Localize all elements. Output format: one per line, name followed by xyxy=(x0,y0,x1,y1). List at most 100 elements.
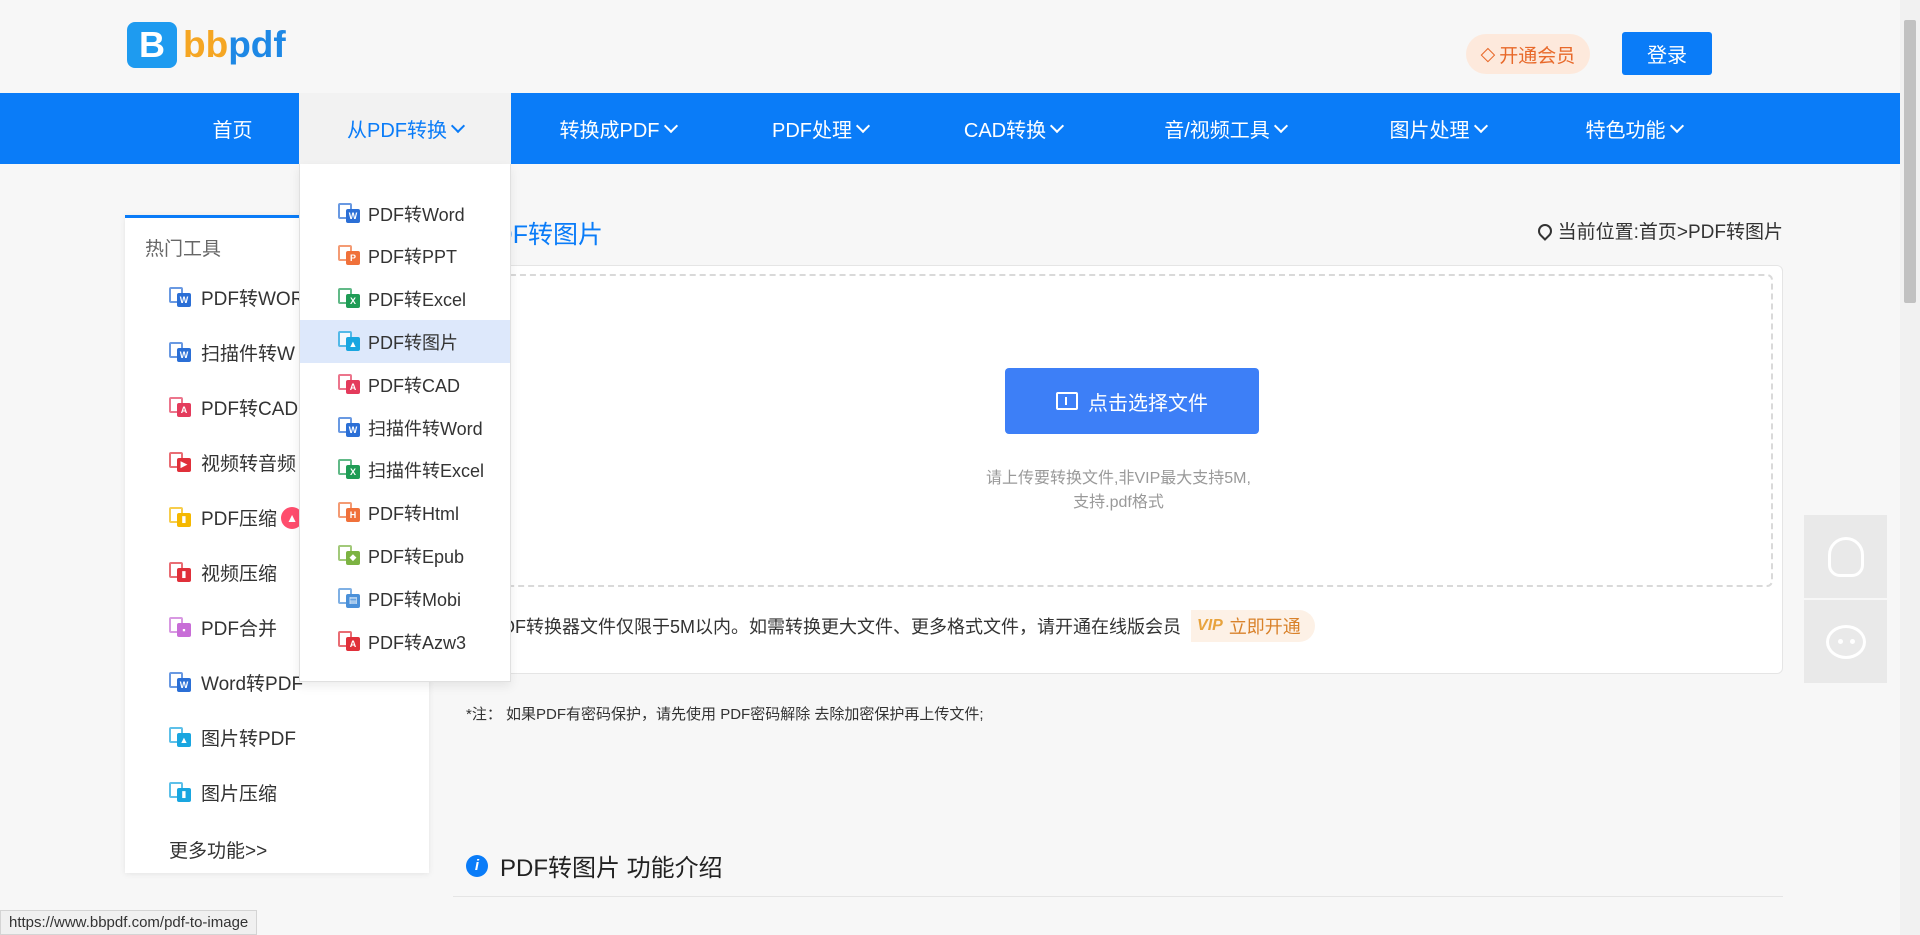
file-dropzone[interactable]: 点击选择文件 请上传要转换文件,非VIP最大支持5M, 支持.pdf格式 xyxy=(464,274,1773,587)
open-now-label: 立即开通 xyxy=(1228,617,1301,637)
sidebar-tool-item[interactable]: A PDF转CAD xyxy=(169,394,298,421)
html-icon: H xyxy=(338,502,362,524)
feature-intro-title: PDF转图片 功能介绍 xyxy=(500,855,723,882)
dropdown-item-label: PDF转图片 xyxy=(368,332,458,353)
excel-icon: X xyxy=(338,459,362,481)
word-icon: W xyxy=(338,416,362,439)
vip-icon: VIP xyxy=(1197,617,1223,634)
upload-hint-line1: 请上传要转换文件,非VIP最大支持5M, xyxy=(986,470,1251,487)
diamond-icon: ◇ xyxy=(1480,43,1496,65)
sidebar-tool-label: 视频压缩 xyxy=(201,564,278,585)
chevron-down-icon xyxy=(663,118,678,134)
nav-item-features[interactable]: 特色功能 xyxy=(1566,93,1701,164)
nav-item-from-pdf[interactable]: 从PDF转换 xyxy=(299,93,511,164)
dropdown-item-label: PDF转Azw3 xyxy=(368,632,467,653)
image-icon: ▮ xyxy=(169,781,193,804)
compress-icon: ▮ xyxy=(169,506,193,529)
pdf-password-remove-link[interactable]: PDF密码解除 xyxy=(720,706,810,723)
dropdown-item[interactable]: ◆ PDF转Epub xyxy=(300,534,510,577)
sidebar-tool-item[interactable]: ▲ 图片转PDF xyxy=(169,724,296,751)
dropdown-item[interactable]: W 扫描件转Word xyxy=(300,406,510,449)
chevron-down-icon xyxy=(855,118,871,134)
main-nav: 首页 从PDF转换 转换成PDF PDF处理 CAD转换 音/视频工具 图片处理… xyxy=(0,93,1900,164)
word-icon: W xyxy=(169,286,193,309)
dropdown-item-label: PDF转PPT xyxy=(368,247,458,268)
nav-item-home[interactable]: 首页 xyxy=(180,93,285,164)
video-icon: ▮ xyxy=(169,561,193,584)
dropdown-item[interactable]: A PDF转Azw3 xyxy=(300,620,510,663)
upload-card: 点击选择文件 请上传要转换文件,非VIP最大支持5M, 支持.pdf格式 线版P… xyxy=(453,265,1783,674)
open-vip-label: 开通会员 xyxy=(1499,45,1576,67)
sidebar-tool-item[interactable]: ▮ PDF压缩 ▲ xyxy=(169,504,304,531)
dropdown-item[interactable]: H PDF转Html xyxy=(300,492,510,535)
ppt-icon: P xyxy=(338,245,362,267)
dropdown-item[interactable]: A PDF转CAD xyxy=(300,363,510,406)
mobi-icon: ▤ xyxy=(338,587,362,610)
chevron-down-icon xyxy=(450,118,466,134)
folder-upload-icon xyxy=(1056,392,1078,410)
logo-mark: B xyxy=(127,22,177,68)
chevron-down-icon xyxy=(1050,118,1065,134)
dropdown-item-label: 扫描件转Word xyxy=(368,418,483,439)
chevron-down-icon xyxy=(1273,118,1288,134)
sidebar-tool-label: PDF合并 xyxy=(201,619,278,640)
dropdown-item[interactable]: X 扫描件转Excel xyxy=(300,449,510,492)
sidebar-tool-label: 图片压缩 xyxy=(201,784,278,805)
page-scrollbar[interactable] xyxy=(1900,0,1920,935)
logo-text: bbpdf xyxy=(183,24,286,65)
wechat-contact-button[interactable] xyxy=(1804,600,1887,683)
dropdown-item[interactable]: W PDF转Word xyxy=(300,192,510,235)
merge-icon: ▪ xyxy=(169,616,193,639)
sidebar-tool-label: 视频转音频 xyxy=(201,454,297,475)
sidebar-tool-label: PDF转WOR xyxy=(201,289,305,310)
dropdown-item[interactable]: ▤ PDF转Mobi xyxy=(300,577,510,620)
sidebar-tool-item[interactable]: W 扫描件转W xyxy=(169,339,295,366)
sidebar-tool-label: PDF转CAD xyxy=(201,399,299,420)
sidebar-tool-item[interactable]: W Word转PDF xyxy=(169,669,303,696)
divider xyxy=(453,896,1783,897)
qq-icon xyxy=(1827,536,1864,577)
size-limit-notice: 线版PDF转换器文件仅限于5M以内。如需转换更大文件、更多格式文件，请开通在线版… xyxy=(454,610,1315,642)
dropdown-item[interactable]: ▲ PDF转图片 xyxy=(300,320,510,364)
nav-item-pdf-process[interactable]: PDF处理 xyxy=(755,93,885,164)
open-now-button[interactable]: VIP 立即开通 xyxy=(1191,610,1315,642)
sidebar-tool-item[interactable]: W PDF转WOR xyxy=(169,284,304,311)
word-icon: W xyxy=(338,202,362,225)
video-icon: ▶ xyxy=(169,451,193,474)
dropdown-item-label: PDF转Epub xyxy=(368,546,465,567)
dropdown-item[interactable]: X PDF转Excel xyxy=(300,278,510,321)
nav-item-image[interactable]: 图片处理 xyxy=(1370,93,1505,164)
dropdown-item[interactable]: P PDF转PPT xyxy=(300,235,510,278)
sidebar-tool-item[interactable]: ▶ 视频转音频 xyxy=(169,449,296,476)
choose-file-button[interactable]: 点击选择文件 xyxy=(1005,368,1259,434)
breadcrumb-text: 当前位置:首页>PDF转图片 xyxy=(1557,222,1783,243)
dropdown-item-label: PDF转Mobi xyxy=(368,589,462,610)
nav-item-to-pdf[interactable]: 转换成PDF xyxy=(540,93,695,164)
dropdown-item-label: PDF转CAD xyxy=(368,375,461,396)
sidebar-tool-item[interactable]: ▪ PDF合并 xyxy=(169,614,277,641)
feature-intro-heading: i PDF转图片 功能介绍 xyxy=(466,848,723,883)
cad-icon: A xyxy=(169,396,193,419)
nav-item-audio-video[interactable]: 音/视频工具 xyxy=(1150,93,1300,164)
more-features-link[interactable]: 更多功能>> xyxy=(169,836,267,863)
dropdown-item-label: PDF转Html xyxy=(368,504,459,525)
word-icon: W xyxy=(169,341,193,364)
scrollbar-thumb[interactable] xyxy=(1904,20,1916,303)
sidebar-tool-item[interactable]: ▮ 图片压缩 xyxy=(169,779,277,806)
dropdown-item-label: PDF转Excel xyxy=(368,290,467,311)
logo[interactable]: B bbpdf xyxy=(127,22,286,68)
choose-file-label: 点击选择文件 xyxy=(1088,392,1208,415)
login-button[interactable]: 登录 xyxy=(1622,32,1712,75)
location-pin-icon xyxy=(1534,220,1555,241)
sidebar-tool-item[interactable]: ▮ 视频压缩 xyxy=(169,559,277,586)
link-status-bar: https://www.bbpdf.com/pdf-to-image xyxy=(0,910,258,935)
word-icon: W xyxy=(169,671,193,694)
qq-contact-button[interactable] xyxy=(1804,515,1887,598)
size-limit-text: 线版PDF转换器文件仅限于5M以内。如需转换更大文件、更多格式文件，请开通在线版… xyxy=(454,617,1182,637)
info-icon: i xyxy=(466,854,488,877)
excel-icon: X xyxy=(338,288,362,310)
chevron-down-icon xyxy=(1473,118,1488,134)
open-vip-button[interactable]: ◇ 开通会员 xyxy=(1466,34,1590,74)
upload-hint-line2: 支持.pdf格式 xyxy=(1073,494,1164,511)
nav-item-cad[interactable]: CAD转换 xyxy=(948,93,1078,164)
